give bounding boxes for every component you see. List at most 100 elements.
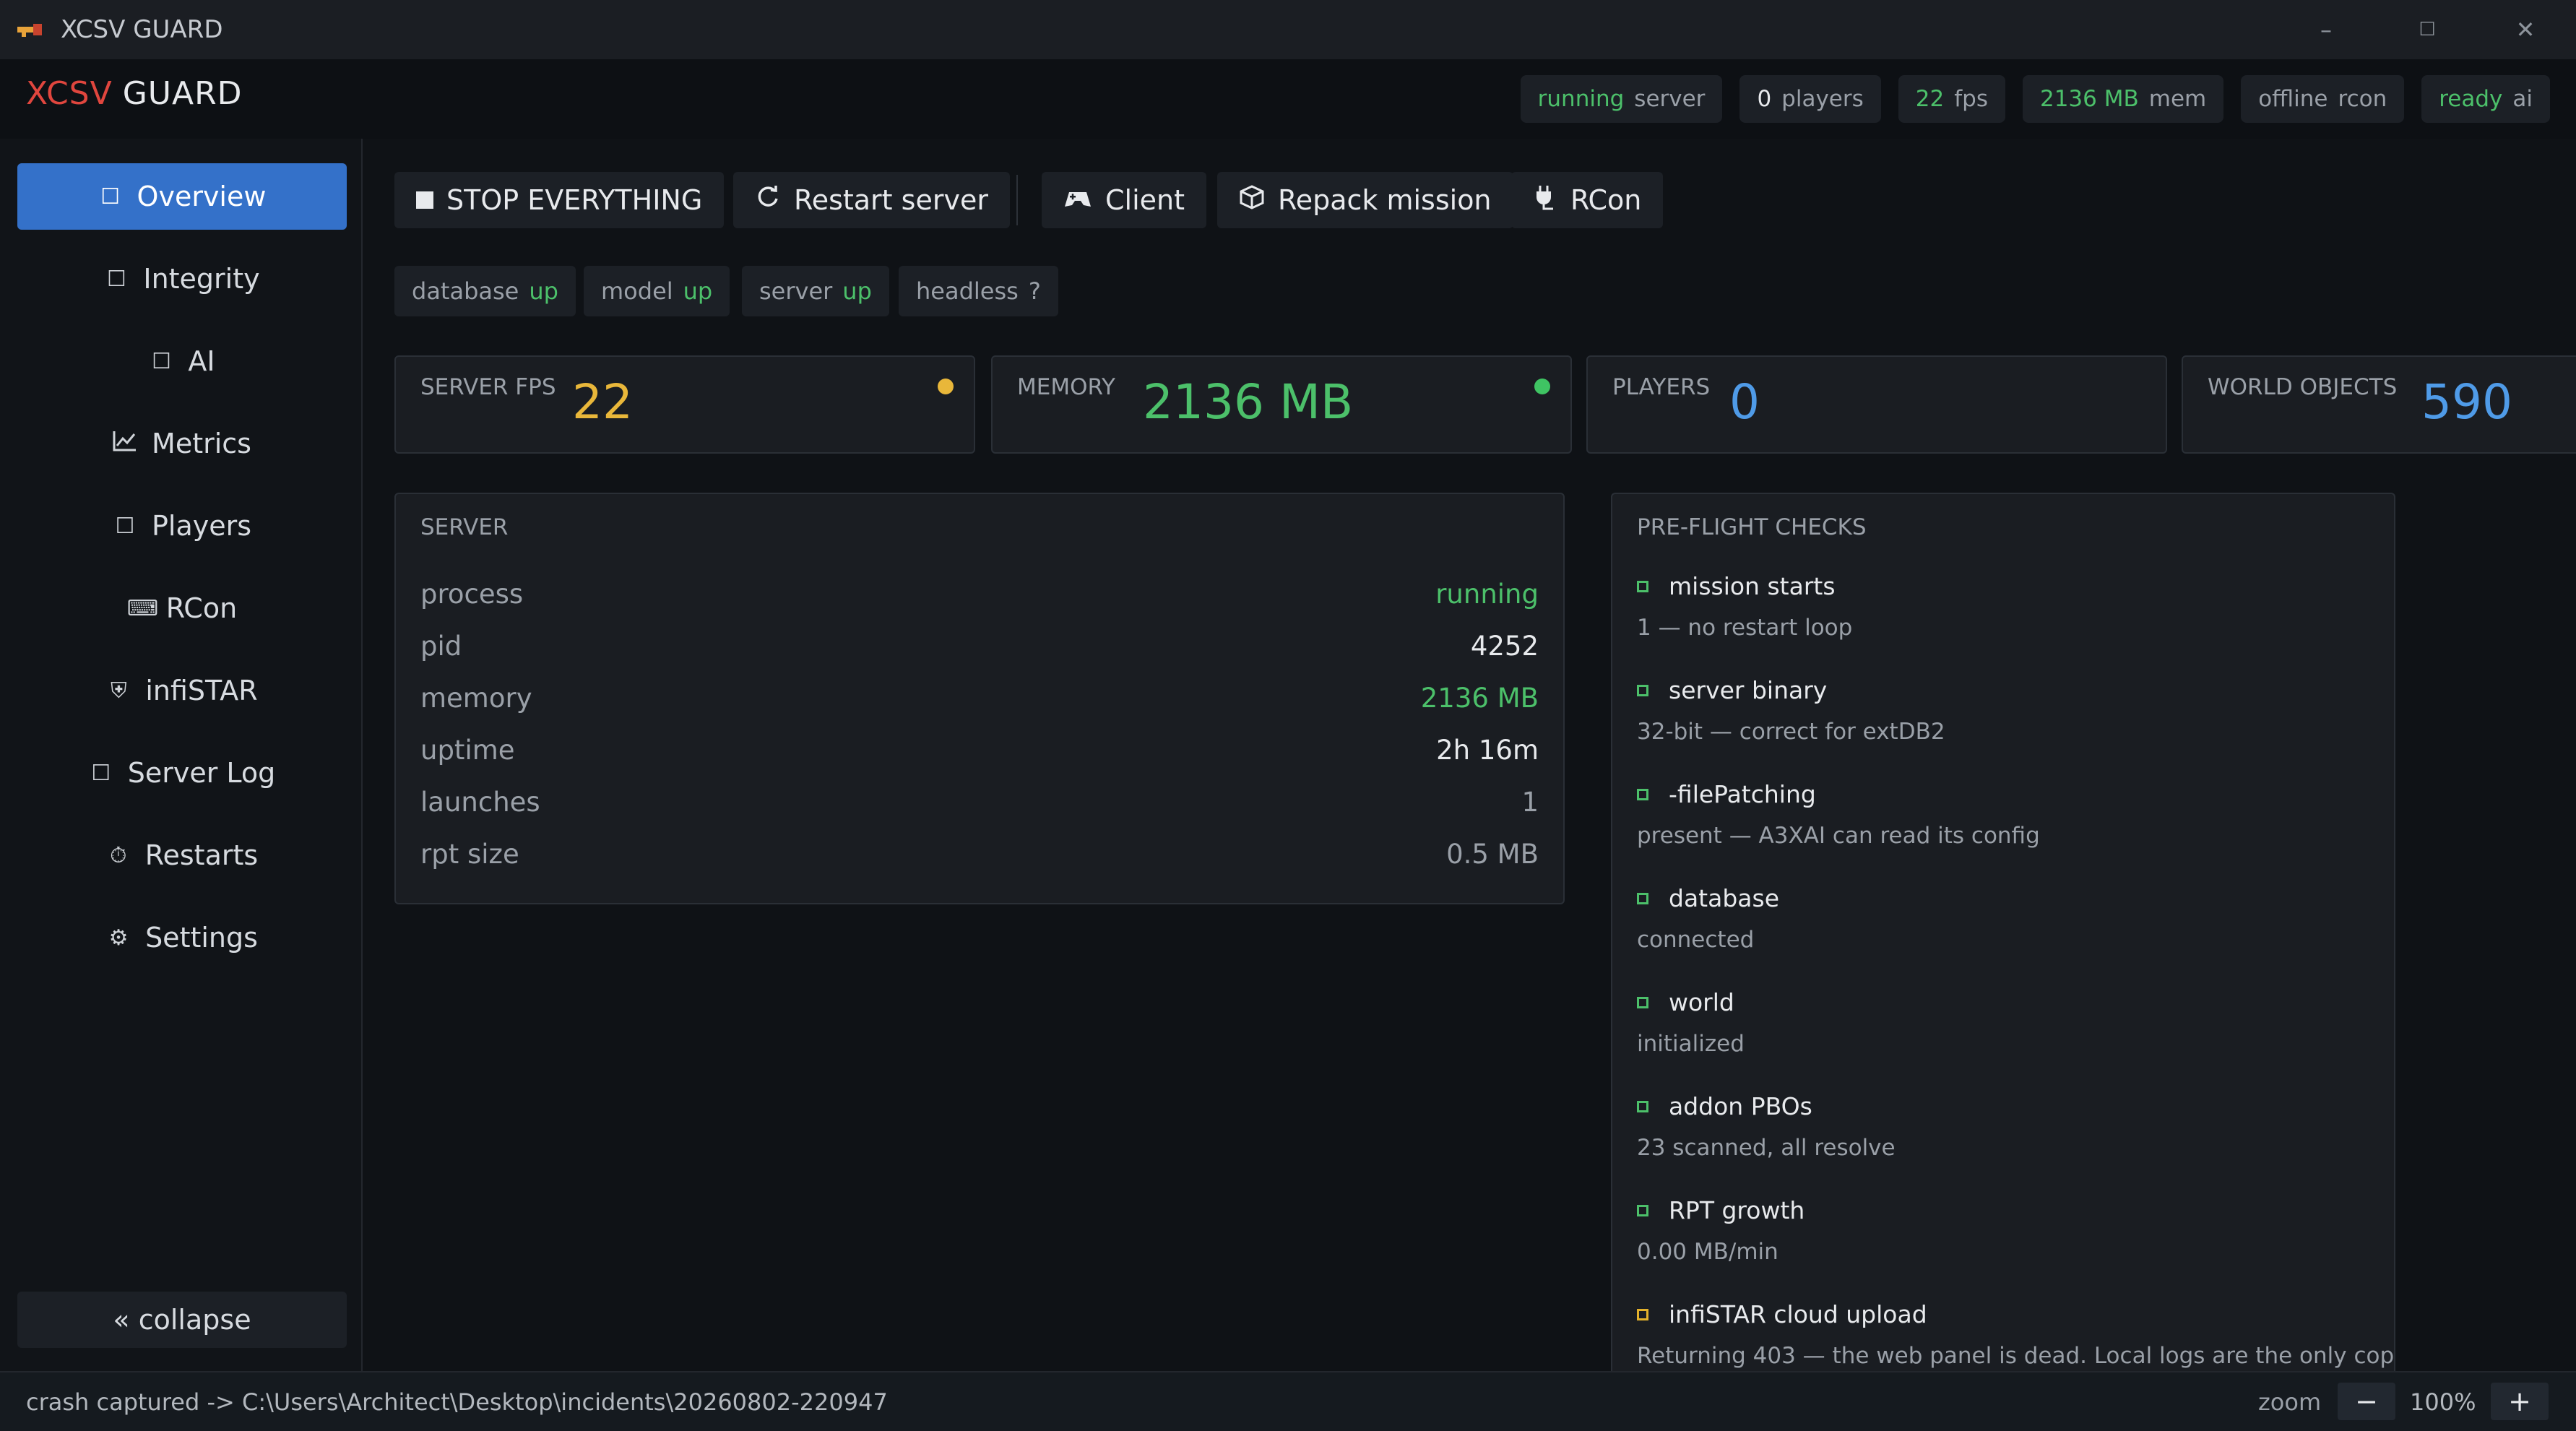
check-status-icon <box>1637 1308 1648 1320</box>
world-objects-card: WORLD OBJECTS 590 <box>2182 355 2576 454</box>
stop-label: STOP EVERYTHING <box>446 184 703 216</box>
square-icon: ☐ <box>100 183 120 209</box>
sidebar-item-integrity[interactable]: ☐ Integrity <box>17 246 347 312</box>
square-icon: ☐ <box>115 513 135 539</box>
sidebar-item-label: RCon <box>165 592 238 624</box>
check-status-icon <box>1637 892 1648 904</box>
service-server: server up <box>742 266 889 316</box>
check-detail: initialized <box>1637 1031 1745 1057</box>
sidebar-item-server-log[interactable]: ☐ Server Log <box>17 740 347 806</box>
minimize-icon: – <box>2320 16 2332 43</box>
card-label: MEMORY <box>1017 374 1115 400</box>
close-button[interactable]: ✕ <box>2475 0 2576 59</box>
rcon-button[interactable]: RCon <box>1511 172 1664 228</box>
sidebar-item-label: AI <box>188 345 215 377</box>
stat-label: players <box>1781 86 1864 112</box>
stat-value: offline <box>2258 86 2328 112</box>
sidebar-item-metrics[interactable]: Metrics <box>17 410 347 477</box>
stat-rcon: offline rcon <box>2241 75 2405 123</box>
zoom-label: zoom <box>2258 1388 2322 1416</box>
zoom-in-button[interactable]: + <box>2491 1383 2549 1420</box>
row-value: 0.5 MB <box>1446 838 1539 870</box>
repack-label: Repack mission <box>1278 184 1492 216</box>
server-row-pid: pid 4252 <box>420 624 1539 667</box>
check-title: -filePatching <box>1669 780 1816 808</box>
check-detail: Returning 403 — the web panel is dead. L… <box>1637 1343 2395 1369</box>
server-fps-card: SERVER FPS 22 <box>394 355 975 454</box>
sidebar-item-infistar[interactable]: ⛨ infiSTAR <box>17 657 347 724</box>
service-status: ? <box>1028 277 1041 305</box>
sidebar: ☐ Overview ☐ Integrity ☐ AI Metrics ☐ Player… <box>0 139 363 1371</box>
stat-label: server <box>1634 86 1706 112</box>
service-name: server <box>759 277 833 305</box>
check-status-icon <box>1637 580 1648 592</box>
check-detail: connected <box>1637 927 1755 953</box>
check-item: addon PBOs 23 scanned, all resolve <box>1637 1092 2369 1161</box>
check-detail: 1 — no restart loop <box>1637 615 1853 641</box>
maximize-icon: ☐ <box>2419 19 2436 40</box>
check-item: RPT growth 0.00 MB/min <box>1637 1196 2369 1265</box>
check-title: database <box>1669 884 1779 912</box>
stat-value: 2136 MB <box>2039 86 2139 112</box>
row-key: launches <box>420 786 540 818</box>
repack-mission-button[interactable]: Repack mission <box>1217 172 1513 228</box>
row-value: running <box>1435 578 1539 610</box>
sidebar-item-ai[interactable]: ☐ AI <box>17 328 347 394</box>
service-status: up <box>683 277 713 305</box>
card-label: WORLD OBJECTS <box>2208 374 2398 400</box>
close-icon: ✕ <box>2515 16 2536 43</box>
sidebar-item-overview[interactable]: ☐ Overview <box>17 163 347 230</box>
stat-players: 0 players <box>1739 75 1881 123</box>
row-key: pid <box>420 630 462 662</box>
check-title: RPT growth <box>1669 1196 1805 1224</box>
check-status-icon <box>1637 788 1648 800</box>
sidebar-item-settings[interactable]: ⚙ Settings <box>17 904 347 971</box>
zoom-out-button[interactable]: − <box>2338 1383 2395 1420</box>
stat-label: fps <box>1954 86 1988 112</box>
sidebar-item-label: Server Log <box>127 757 276 789</box>
stopwatch-icon: ⏱ <box>110 842 127 868</box>
stat-mem: 2136 MB mem <box>2022 75 2224 123</box>
row-value: 4252 <box>1470 630 1539 662</box>
sidebar-item-label: Players <box>151 510 252 542</box>
server-row-memory: memory 2136 MB <box>420 676 1539 719</box>
sidebar-item-label: Integrity <box>143 263 260 295</box>
server-panel: SERVER process running pid 4252 memory 2136… <box>394 493 1565 904</box>
service-model: model up <box>584 266 730 316</box>
stop-everything-button[interactable]: STOP EVERYTHING <box>394 172 725 228</box>
preflight-panel: PRE-FLIGHT CHECKS mission starts 1 — no r… <box>1611 493 2395 1371</box>
gear-icon: ⚙ <box>108 925 129 951</box>
row-value: 2136 MB <box>1420 682 1539 714</box>
brand-part2: GUARD <box>122 75 243 112</box>
service-status: up <box>842 277 872 305</box>
panel-title: PRE-FLIGHT CHECKS <box>1637 514 1867 540</box>
players-card: PLAYERS 0 <box>1586 355 2167 454</box>
card-value: 22 <box>572 374 633 430</box>
plug-icon <box>1533 184 1557 217</box>
stat-label: mem <box>2148 86 2207 112</box>
panel-title: SERVER <box>420 514 509 540</box>
sidebar-item-rcon[interactable]: ⌨ RCon <box>17 575 347 641</box>
collapse-button[interactable]: « collapse <box>17 1292 347 1348</box>
service-headless: headless? <box>899 266 1058 316</box>
minimize-button[interactable]: – <box>2275 0 2377 59</box>
shield-icon: ⛨ <box>111 678 127 704</box>
row-key: uptime <box>420 734 515 766</box>
check-item: mission starts 1 — no restart loop <box>1637 572 2369 641</box>
card-value: 0 <box>1729 374 1760 430</box>
toolbar-divider <box>1016 175 1018 225</box>
client-button[interactable]: Client <box>1042 172 1207 228</box>
sidebar-item-label: Restarts <box>144 839 259 871</box>
header-stats: running server 0 players 22 fps 2136 MB mem … <box>1520 75 2550 123</box>
sidebar-item-label: Metrics <box>152 428 251 459</box>
check-detail: 32-bit — correct for extDB2 <box>1637 719 1945 745</box>
zoom-value: 100% <box>2410 1388 2476 1416</box>
stat-value: 22 <box>1915 86 1945 112</box>
app-header: XCSV GUARD running server 0 players 22 fps 2… <box>0 59 2576 140</box>
service-name: headless <box>916 277 1019 305</box>
sidebar-item-players[interactable]: ☐ Players <box>17 493 347 559</box>
stop-icon <box>416 191 433 209</box>
sidebar-item-restarts[interactable]: ⏱ Restarts <box>17 822 347 889</box>
maximize-button[interactable]: ☐ <box>2377 0 2478 59</box>
restart-server-button[interactable]: Restart server <box>733 172 1010 228</box>
